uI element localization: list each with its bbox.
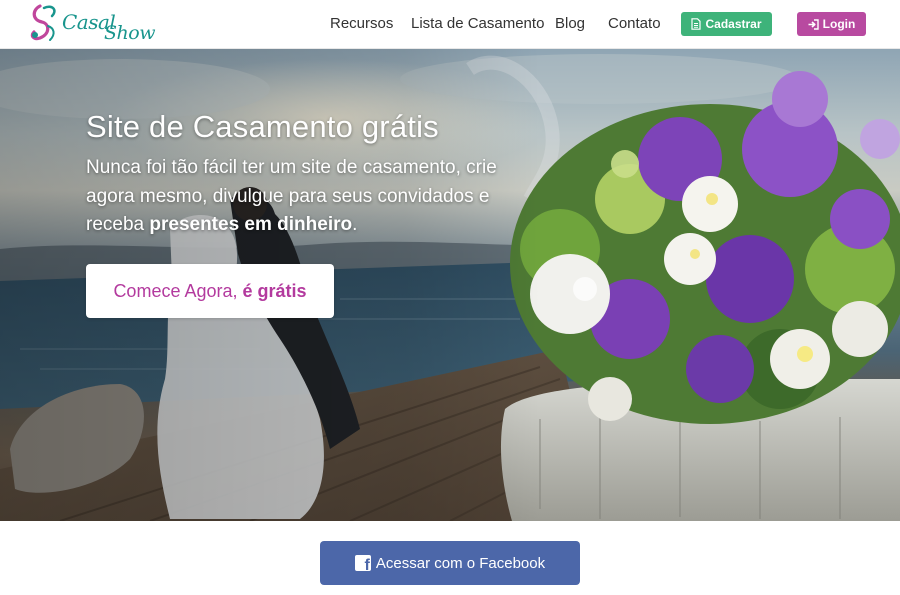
facebook-icon: f (354, 555, 371, 571)
facebook-login-button[interactable]: f Acessar com o Facebook (320, 541, 580, 585)
nav-lista-de-casamento[interactable]: Lista de Casamento (411, 15, 544, 32)
cadastrar-label: Cadastrar (705, 17, 762, 31)
login-button[interactable]: Login (797, 12, 866, 36)
site-header: Casal Show Recursos Lista de Casamento B… (0, 0, 900, 49)
comece-agora-label: Comece Agora, (113, 280, 238, 301)
document-icon (691, 18, 702, 30)
login-label: Login (822, 17, 856, 31)
sign-in-icon (808, 18, 819, 30)
casal-show-logo[interactable]: Casal Show (26, 2, 166, 46)
logo-flower-icon (30, 4, 56, 41)
hero-title: Site de Casamento grátis (86, 109, 439, 144)
comece-agora-button[interactable]: Comece Agora, é grátis (86, 264, 334, 318)
hero-description-end: . (352, 214, 358, 235)
logo-text-show: Show (104, 22, 155, 44)
hero-description-bold: presentes em dinheiro (149, 214, 353, 235)
comece-agora-bold: é grátis (242, 280, 307, 301)
hero-description: Nunca foi tão fácil ter um site de casam… (86, 154, 526, 240)
cadastrar-button[interactable]: Cadastrar (681, 12, 772, 36)
nav-recursos[interactable]: Recursos (330, 15, 393, 32)
nav-blog[interactable]: Blog (555, 15, 585, 32)
hero-banner: Site de Casamento grátis Nunca foi tão f… (0, 49, 900, 521)
nav-contato[interactable]: Contato (608, 15, 661, 32)
facebook-login-label: Acessar com o Facebook (375, 554, 546, 572)
